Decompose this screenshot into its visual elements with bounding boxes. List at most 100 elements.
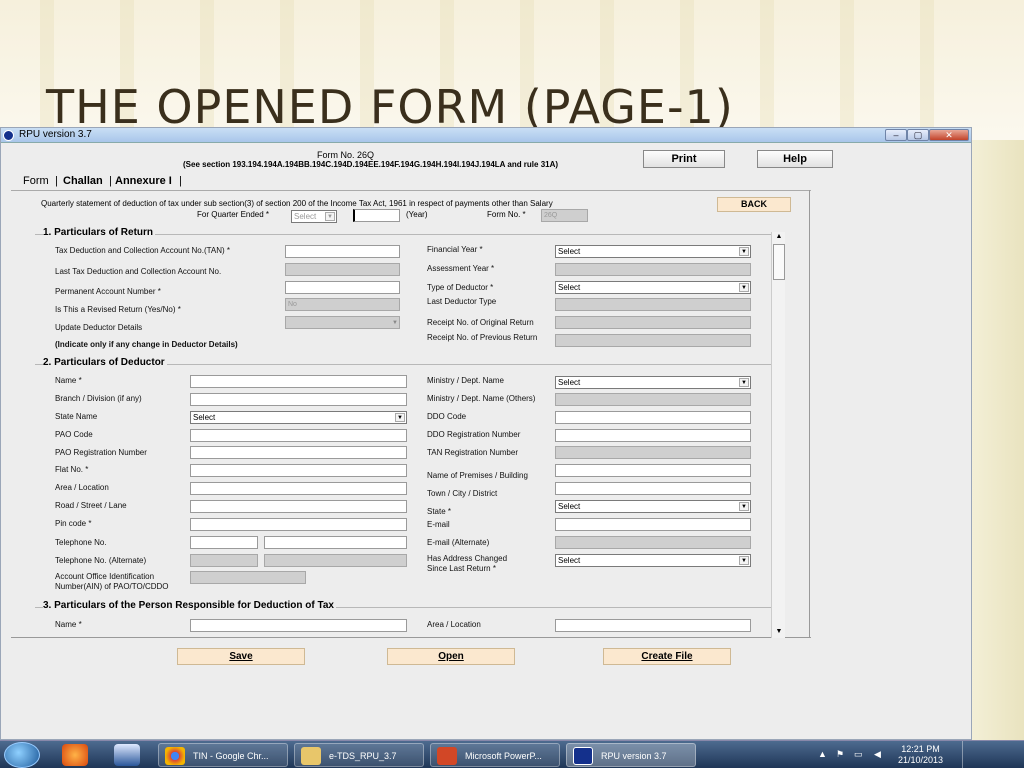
road-input[interactable] [190,500,407,513]
slide-title: THE OPENED FORM (PAGE-1) [46,80,734,134]
taskbar-item-chrome[interactable]: TIN - Google Chr... [158,743,288,767]
maximize-button[interactable]: ▢ [907,129,929,141]
email-alt-field [555,536,751,549]
chevron-down-icon: ▼ [739,556,749,565]
back-button[interactable]: BACK [717,197,791,212]
pao-code-label: PAO Code [55,430,93,439]
premises-input[interactable] [555,464,751,477]
tan-input[interactable] [285,245,400,258]
word-icon[interactable] [114,744,140,766]
pan-input[interactable] [285,281,400,294]
assessment-year-field [555,263,751,276]
tab-form[interactable]: Form [23,175,49,187]
last-deductor-type-label: Last Deductor Type [427,297,497,306]
branch-input[interactable] [190,393,407,406]
print-button[interactable]: Print [643,150,725,168]
pao-code-input[interactable] [190,429,407,442]
state-name-label: State Name [55,412,98,421]
area-label: Area / Location [55,483,109,492]
road-label: Road / Street / Lane [55,501,127,510]
close-button[interactable]: ✕ [929,129,969,141]
flag-icon[interactable]: ⚑ [836,749,844,760]
help-button[interactable]: Help [757,150,833,168]
std-code-input[interactable] [190,536,258,549]
pin-code-input[interactable] [190,518,407,531]
scroll-down-icon[interactable]: ▼ [773,627,785,637]
deductor-name-input[interactable] [190,375,407,388]
deductor-type-label: Type of Deductor * [427,283,494,292]
ddo-reg-input[interactable] [555,429,751,442]
taskbar: TIN - Google Chr... e-TDS_RPU_3.7 Micros… [0,740,1024,768]
firefox-icon[interactable] [62,744,88,766]
show-hidden-icon[interactable]: ▲ [818,749,827,759]
scroll-up-icon[interactable]: ▲ [773,232,785,242]
clock[interactable]: 12:21 PM 21/10/2013 [898,744,943,766]
taskbar-item-powerpoint[interactable]: Microsoft PowerP... [430,743,560,767]
ministry-select[interactable]: Select ▼ [555,376,751,389]
quarter-label: For Quarter Ended * [197,210,270,219]
address-changed-select[interactable]: Select ▼ [555,554,751,567]
form-no-field: 26Q [541,209,588,222]
state-select[interactable]: Select ▼ [555,500,751,513]
email-input[interactable] [555,518,751,531]
financial-year-select[interactable]: Select ▼ [555,245,751,258]
flat-no-input[interactable] [190,464,407,477]
start-button[interactable] [4,742,40,768]
indicate-note: (Indicate only if any change in Deductor… [55,340,238,349]
update-deductor-select: ▼ [285,316,400,329]
chevron-down-icon: ▼ [739,283,749,292]
ddo-code-input[interactable] [555,411,751,424]
responsible-name-input[interactable] [190,619,407,632]
volume-icon[interactable]: ◀ [874,749,881,760]
save-button[interactable]: Save [177,648,305,665]
year-input[interactable] [353,209,400,222]
taskbar-item-folder[interactable]: e-TDS_RPU_3.7 [294,743,424,767]
ddo-code-label: DDO Code [427,412,467,421]
last-deductor-type-field [555,298,751,311]
quarter-select[interactable]: Select ▼ [291,210,337,223]
ain-label-2: Number(AIN) of PAO/TO/CDDO [55,582,169,591]
window-title: RPU version 3.7 [19,129,92,140]
state-name-select[interactable]: Select ▼ [190,411,407,424]
network-icon[interactable]: ▭ [854,749,863,760]
tab-annexure[interactable]: Annexure I [115,175,172,187]
form-number-heading: Form No. 26Q [317,150,375,160]
email-alt-label: E-mail (Alternate) [427,538,490,547]
tan-reg-field [555,446,751,459]
town-label: Town / City / District [427,489,498,498]
last-tan-label: Last Tax Deduction and Collection Accoun… [55,267,222,276]
section-2-title: 2. Particulars of Deductor [43,357,167,368]
show-desktop-button[interactable] [962,741,972,768]
telephone-input[interactable] [264,536,407,549]
receipt-previous-label: Receipt No. of Previous Return [427,333,538,342]
receipt-original-field [555,316,751,329]
pao-reg-input[interactable] [190,446,407,459]
tan-label: Tax Deduction and Collection Account No.… [55,246,231,255]
open-button[interactable]: Open [387,648,515,665]
responsible-area-input[interactable] [555,619,751,632]
responsible-area-label: Area / Location [427,620,481,629]
form-no-label: Form No. * [487,210,526,219]
tab-challan[interactable]: Challan [63,175,103,187]
ain-field [190,571,306,584]
state-label: State * [427,507,452,516]
town-input[interactable] [555,482,751,495]
taskbar-item-rpu[interactable]: RPU version 3.7 [566,743,696,767]
email-label: E-mail [427,520,450,529]
receipt-original-label: Receipt No. of Original Return [427,318,534,327]
section-3-title: 3. Particulars of the Person Responsible… [43,600,336,611]
deductor-type-select[interactable]: Select ▼ [555,281,751,294]
folder-icon [301,747,321,765]
create-file-button[interactable]: Create File [603,648,731,665]
address-changed-label-2: Since Last Return * [427,564,496,573]
form-scrollbar[interactable]: ▲ ▼ [771,232,785,638]
slide-decoration [972,140,1024,740]
chevron-down-icon: ▼ [739,378,749,387]
ddo-reg-label: DDO Registration Number [427,430,521,439]
ministry-others-label: Ministry / Dept. Name (Others) [427,394,536,403]
area-input[interactable] [190,482,407,495]
window-titlebar: RPU version 3.7 – ▢ ✕ [1,128,971,143]
scroll-thumb[interactable] [773,244,785,280]
minimize-button[interactable]: – [885,129,907,141]
telephone-alt-field [264,554,407,567]
